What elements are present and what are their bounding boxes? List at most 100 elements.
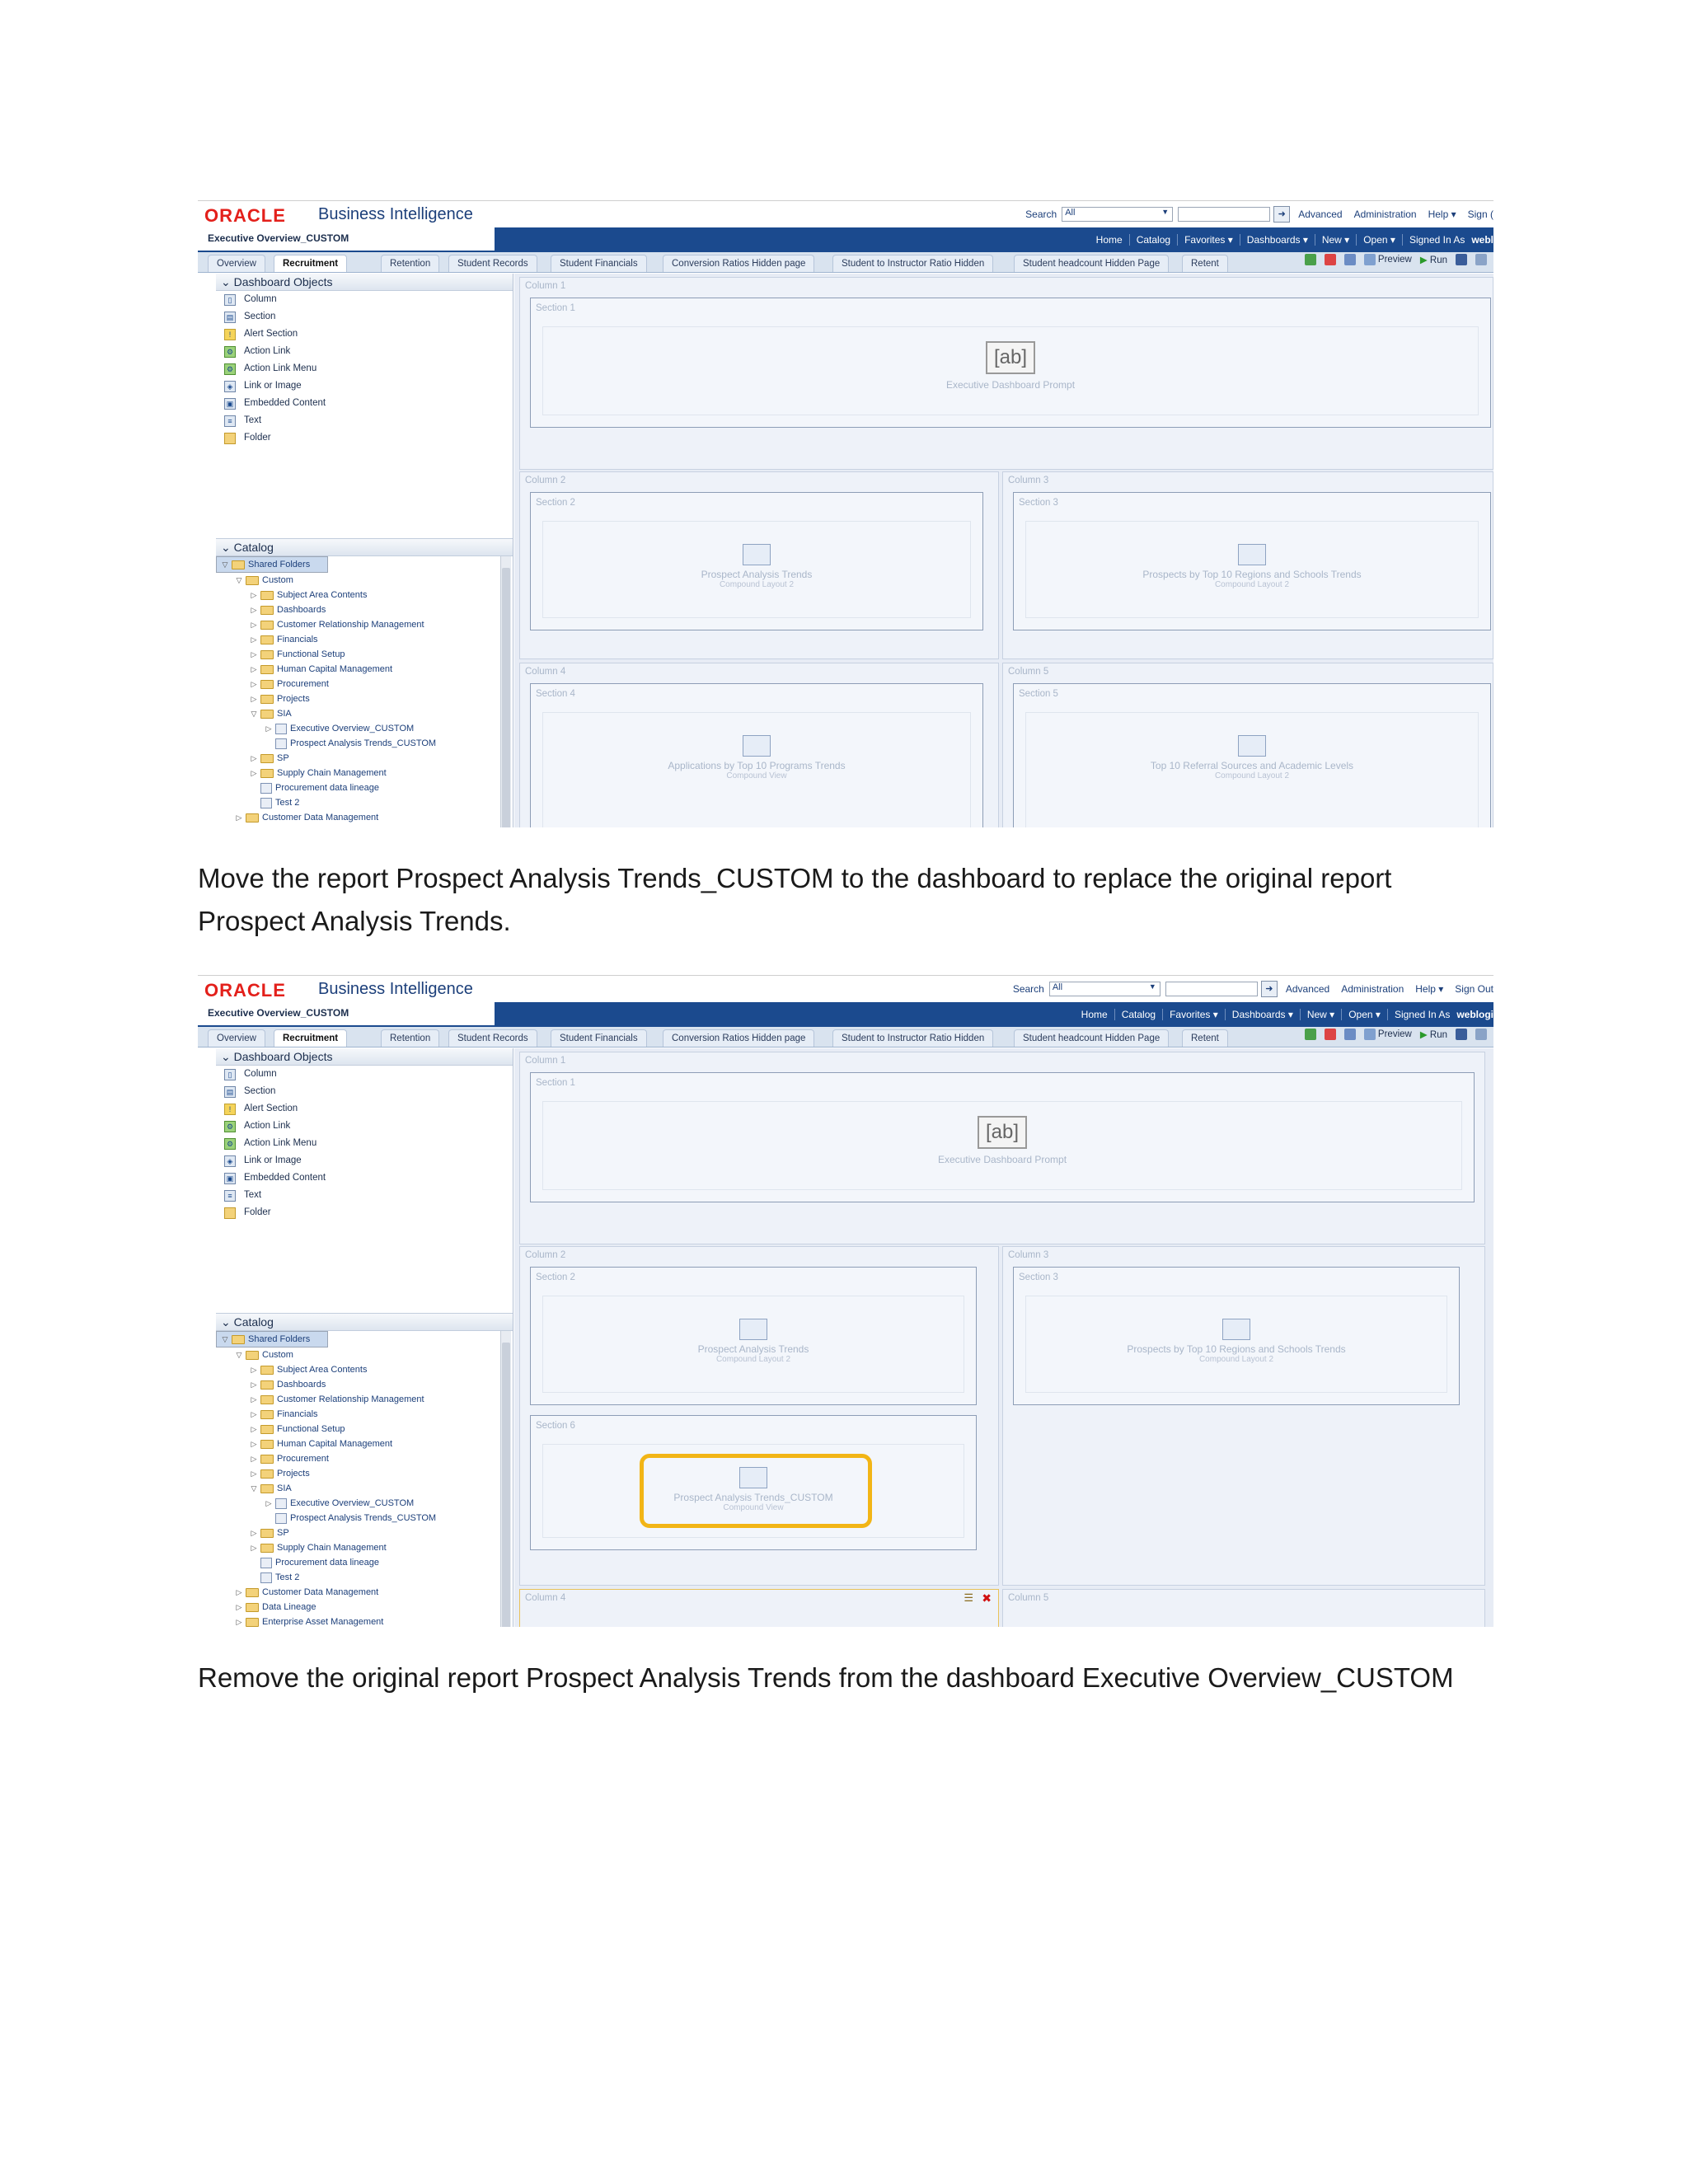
tab-student-instructor-ratio[interactable]: Student to Instructor Ratio Hidden (832, 1029, 994, 1047)
collapsed-toggle-icon[interactable]: ▷ (249, 1540, 259, 1555)
tab-student-records[interactable]: Student Records (448, 1029, 537, 1047)
collapsed-toggle-icon[interactable]: ▷ (234, 810, 244, 825)
tree-folder[interactable]: ▷ Data Lineage (216, 1600, 513, 1615)
nav-open[interactable]: Open ▾ (1357, 234, 1403, 246)
collapsed-toggle-icon[interactable]: ▷ (264, 1496, 274, 1511)
tree-report[interactable]: ▷ Executive Overview_CUSTOM (216, 1496, 513, 1511)
save-as-icon[interactable] (1475, 254, 1487, 265)
tree-folder[interactable]: ▷ Procurement (216, 1451, 513, 1466)
column-2[interactable]: Column 2 Section 2 Prospect Analysis Tre… (519, 471, 999, 659)
user-name[interactable]: weblogi (1456, 1009, 1493, 1020)
collapsed-toggle-icon[interactable]: ▷ (249, 1526, 259, 1540)
collapsed-toggle-icon[interactable]: ▷ (249, 1362, 259, 1377)
collapsed-toggle-icon[interactable]: ▷ (249, 751, 259, 766)
collapsed-toggle-icon[interactable]: ▷ (249, 602, 259, 617)
section-3[interactable]: Section 3 Prospects by Top 10 Regions an… (1013, 1267, 1460, 1405)
nav-open[interactable]: Open ▾ (1342, 1009, 1388, 1020)
tree-report[interactable]: Test 2 (216, 1570, 513, 1585)
tree-folder[interactable]: ▷ Functional Setup (216, 1422, 513, 1436)
nav-dashboards[interactable]: Dashboards ▾ (1226, 1009, 1301, 1020)
help-menu[interactable]: Help ▾ (1415, 983, 1443, 995)
tree-folder[interactable]: ▷ Subject Area Contents (216, 588, 513, 602)
object-link-or-image[interactable]: ◈ Link or Image (216, 377, 513, 395)
tab-student-instructor-ratio[interactable]: Student to Instructor Ratio Hidden (832, 255, 994, 272)
search-input[interactable] (1165, 982, 1258, 996)
scrollbar-thumb[interactable] (502, 1343, 510, 1627)
tab-student-records[interactable]: Student Records (448, 255, 537, 272)
object-action-link-menu[interactable]: ⚙ Action Link Menu (216, 360, 513, 377)
nav-home[interactable]: Home (1090, 234, 1130, 246)
tree-report[interactable]: Prospect Analysis Trends_CUSTOM (216, 736, 513, 751)
tree-folder[interactable]: ▷ Customer Relationship Management (216, 1392, 513, 1407)
nav-new[interactable]: New ▾ (1301, 1009, 1343, 1020)
tree-folder[interactable]: ▷ Customer Data Management (216, 810, 513, 825)
tree-folder[interactable]: ▷ SP (216, 751, 513, 766)
tab-student-headcount[interactable]: Student headcount Hidden Page (1014, 255, 1170, 272)
tab-conversion-ratios[interactable]: Conversion Ratios Hidden page (663, 255, 815, 272)
collapsed-toggle-icon[interactable]: ▷ (249, 647, 259, 662)
catalog-header[interactable]: ⌄ Catalog (216, 539, 513, 556)
catalog-header[interactable]: ⌄ Catalog (216, 1314, 513, 1331)
collapsed-toggle-icon[interactable]: ▷ (249, 662, 259, 677)
report-top10-regions[interactable]: Prospects by Top 10 Regions and Schools … (1014, 1319, 1459, 1364)
tree-folder[interactable]: ▽ SIA (216, 1481, 513, 1496)
tab-retention[interactable]: Retention (381, 255, 440, 272)
tree-folder[interactable]: ▷ Financials (216, 632, 513, 647)
user-name[interactable]: webl (1471, 234, 1493, 246)
report-top10-referral[interactable]: Top 10 Referral Sources and Academic Lev… (1014, 735, 1490, 780)
object-section[interactable]: ▤ Section (216, 308, 513, 326)
section-5[interactable]: Section 5 Top 10 Referral Sources and Ac… (1013, 683, 1491, 827)
tab-student-financials[interactable]: Student Financials (551, 1029, 647, 1047)
collapsed-toggle-icon[interactable]: ▷ (249, 588, 259, 602)
section-1[interactable]: Section 1 [ab] Executive Dashboard Promp… (530, 1072, 1475, 1202)
administration-link[interactable]: Administration (1354, 209, 1417, 220)
save-as-icon[interactable] (1475, 1029, 1487, 1040)
column-1[interactable]: Column 1 Section 1 [ab] Executive Dashbo… (519, 277, 1493, 470)
tree-folder[interactable]: ▽ Shared Folders (216, 556, 328, 573)
tree-folder[interactable]: ▷ Financials (216, 1407, 513, 1422)
collapsed-toggle-icon[interactable]: ▷ (249, 1436, 259, 1451)
column-4[interactable]: Column 4 ✖ ☰ (519, 1589, 999, 1627)
collapsed-toggle-icon[interactable]: ▷ (264, 721, 274, 736)
tab-student-headcount[interactable]: Student headcount Hidden Page (1014, 1029, 1170, 1047)
delete-page-icon[interactable] (1324, 254, 1336, 265)
object-text[interactable]: ≡ Text (216, 412, 513, 429)
tree-report[interactable]: Test 2 (216, 795, 513, 810)
sign-out-link[interactable]: Sign ( (1468, 209, 1493, 220)
collapsed-toggle-icon[interactable]: ▷ (249, 1407, 259, 1422)
delete-page-icon[interactable] (1324, 1029, 1336, 1040)
collapsed-toggle-icon[interactable]: ▷ (249, 632, 259, 647)
tree-folder[interactable]: ▷ Dashboards (216, 602, 513, 617)
section-2[interactable]: Section 2 Prospect Analysis Trends Compo… (530, 1267, 977, 1405)
tree-folder[interactable]: ▷ Functional Setup (216, 647, 513, 662)
section-3[interactable]: Section 3 Prospects by Top 10 Regions an… (1013, 492, 1491, 630)
tab-overview[interactable]: Overview (208, 1029, 265, 1047)
tree-report[interactable]: Procurement data lineage (216, 1555, 513, 1570)
tree-folder[interactable]: ▽ SIA (216, 706, 513, 721)
nav-catalog[interactable]: Catalog (1115, 1009, 1164, 1020)
tab-overview[interactable]: Overview (208, 255, 265, 272)
add-page-icon[interactable] (1304, 1029, 1316, 1040)
tree-folder[interactable]: ▽ Shared Folders (216, 1331, 328, 1347)
object-alert-section[interactable]: ! Alert Section (216, 326, 513, 343)
expanded-toggle-icon[interactable]: ▽ (249, 1481, 259, 1496)
tree-folder[interactable]: ▷ Dashboards (216, 1377, 513, 1392)
tree-folder[interactable]: ▷ Customer Data Management (216, 1585, 513, 1600)
search-scope-select[interactable]: All ▼ (1062, 207, 1174, 222)
column-4[interactable]: Column 4 Section 4 Applications by Top 1… (519, 663, 999, 827)
tree-folder[interactable]: ▷ Projects (216, 691, 513, 706)
properties-icon[interactable] (1343, 254, 1356, 265)
column-5[interactable]: Column 5 Section 5 Top 10 Referral Sourc… (1002, 663, 1493, 827)
tree-folder[interactable]: ▷ Customer Relationship Management (216, 617, 513, 632)
object-section[interactable]: ▤ Section (216, 1083, 513, 1100)
object-folder[interactable]: Folder (216, 1204, 513, 1221)
search-go-icon[interactable]: ➜ (1260, 981, 1278, 997)
tree-folder[interactable]: ▷ Supply Chain Management (216, 766, 513, 780)
object-action-link[interactable]: ⚙ Action Link (216, 343, 513, 360)
tab-recruitment[interactable]: Recruitment (274, 255, 348, 272)
administration-link[interactable]: Administration (1341, 983, 1404, 995)
tab-retent[interactable]: Retent (1182, 1029, 1228, 1047)
collapsed-toggle-icon[interactable]: ▷ (249, 1392, 259, 1407)
catalog-scrollbar[interactable] (500, 556, 511, 827)
search-scope-select[interactable]: All ▼ (1048, 982, 1160, 996)
